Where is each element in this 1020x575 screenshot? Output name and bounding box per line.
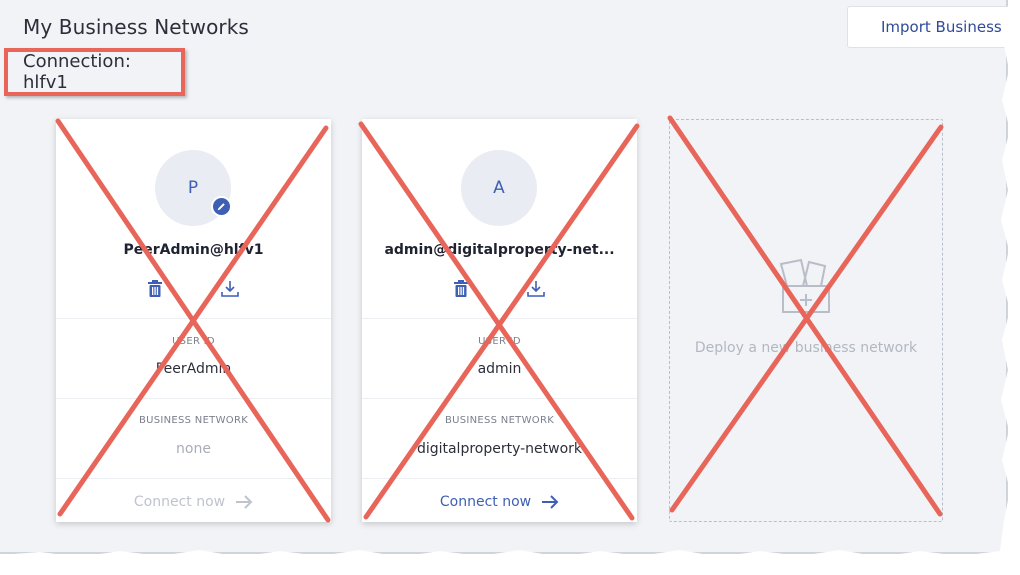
business-network-value: digitalproperty-network	[416, 441, 583, 457]
avatar-letter: A	[493, 178, 505, 198]
user-id-value: admin	[477, 361, 522, 377]
business-network-label: BUSINESS NETWORK	[444, 415, 555, 426]
card-identity-name: admin@digitalproperty-net...	[384, 242, 615, 258]
deploy-new-network-label: Deploy a new business network	[694, 340, 918, 356]
export-icon[interactable]	[220, 279, 240, 303]
business-network-label: BUSINESS NETWORK	[138, 415, 249, 426]
app-canvas: My Business Networks Import Business N C…	[0, 0, 1020, 554]
user-id-value: PeerAdmin	[155, 361, 232, 377]
connection-label: Connection: hlfv1	[23, 51, 131, 93]
arrow-right-icon	[542, 495, 559, 509]
card-actions	[56, 279, 331, 301]
edit-icon[interactable]	[211, 196, 232, 217]
divider	[56, 318, 331, 319]
card-actions	[362, 279, 637, 301]
connect-now-label: Connect now	[439, 494, 532, 510]
trash-icon[interactable]	[453, 279, 469, 303]
connection-label-highlight: Connection: hlfv1	[4, 48, 185, 96]
user-id-label: USER ID	[172, 336, 215, 347]
divider	[56, 398, 331, 399]
deploy-network-icon	[773, 256, 839, 320]
connect-now-button[interactable]: Connect now	[362, 491, 637, 513]
avatar-letter: P	[187, 178, 199, 198]
user-id-label: USER ID	[478, 336, 521, 347]
import-business-network-button[interactable]: Import Business N	[847, 6, 1020, 48]
arrow-right-icon	[236, 495, 253, 509]
card-identity-name: PeerAdmin@hlfv1	[123, 242, 264, 258]
divider	[362, 318, 637, 319]
avatar: P	[155, 150, 232, 226]
deploy-new-network-card[interactable]: Deploy a new business network	[669, 119, 943, 522]
export-icon[interactable]	[526, 279, 546, 303]
connect-now-label: Connect now	[133, 494, 226, 510]
identity-card[interactable]: P PeerAdmin@hlfv1 USER ID PeerAdmin BUSI…	[56, 119, 331, 522]
business-network-value: none	[176, 441, 211, 457]
avatar: A	[461, 150, 537, 226]
page-title: My Business Networks	[23, 15, 249, 39]
divider	[56, 478, 331, 479]
connect-now-button[interactable]: Connect now	[56, 491, 331, 513]
divider	[362, 478, 637, 479]
identity-card[interactable]: A admin@digitalproperty-net... USER ID a…	[362, 119, 637, 522]
trash-icon[interactable]	[147, 279, 163, 303]
divider	[362, 398, 637, 399]
